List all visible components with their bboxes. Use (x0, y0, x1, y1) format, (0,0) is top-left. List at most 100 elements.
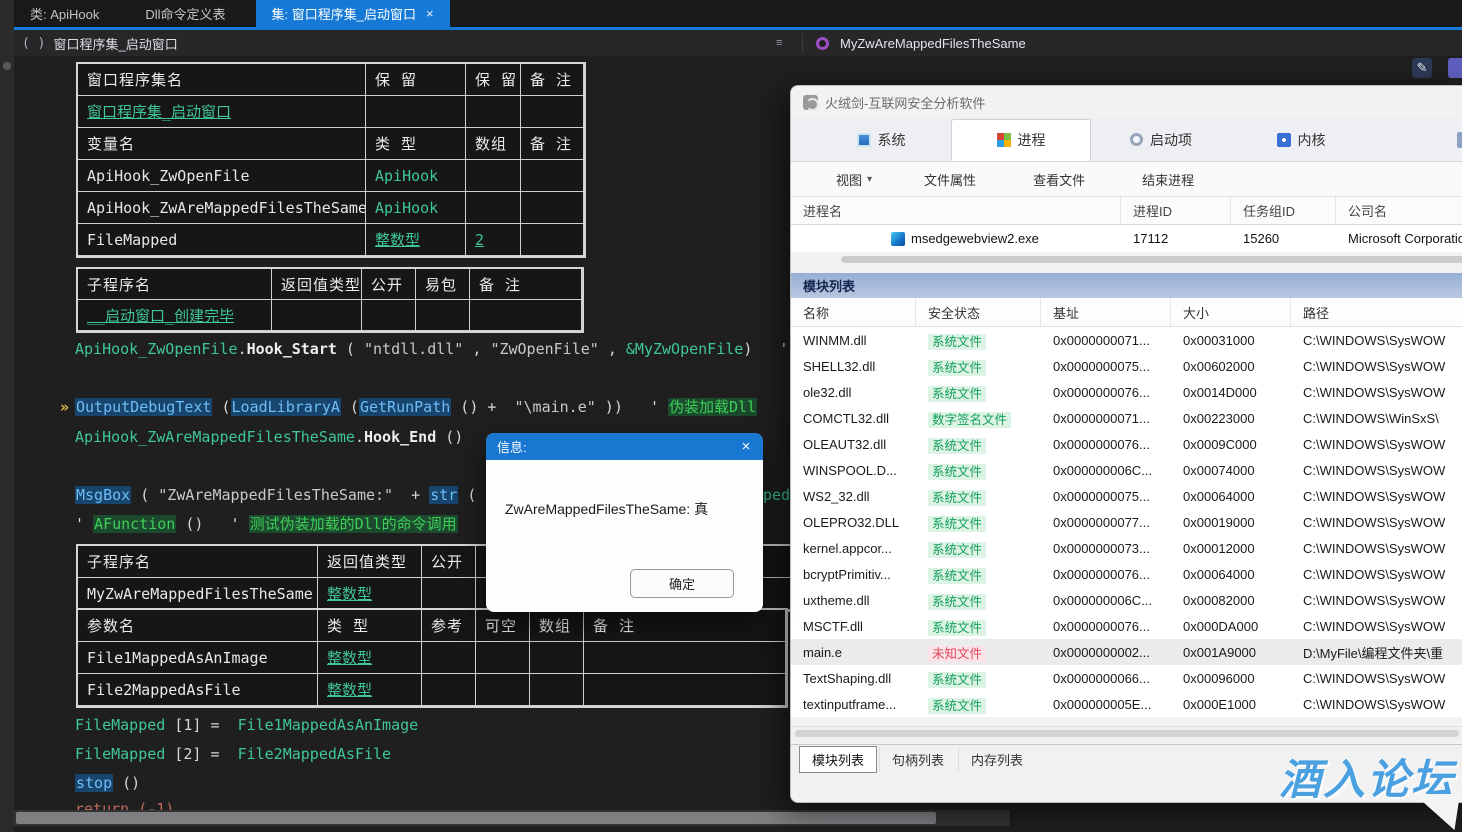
module-size: 0x0014D000 (1171, 385, 1291, 400)
module-row[interactable]: main.e 未知文件 0x0000000002... 0x001A9000 D… (791, 639, 1462, 665)
module-status-cell: 系统文件 (916, 617, 1041, 636)
code-line[interactable]: FileMapped [1] = File1MappedAsAnImage (75, 716, 418, 734)
msedgewebview2-icon (891, 232, 905, 246)
col-process-id[interactable]: 进程ID (1121, 197, 1231, 224)
module-hscrollbar[interactable] (791, 726, 1462, 740)
status-badge: 系统文件 (928, 464, 986, 480)
main-tab[interactable]: 系统 (811, 118, 951, 161)
module-size: 0x001A9000 (1171, 645, 1291, 660)
module-base: 0x0000000071... (1041, 411, 1171, 426)
ok-button[interactable]: 确定 (630, 569, 734, 598)
module-row[interactable]: WS2_32.dll 系统文件 0x0000000075... 0x000640… (791, 483, 1462, 509)
editor-hscrollbar[interactable] (14, 810, 1010, 826)
status-badge: 数字签名文件 (928, 412, 1011, 428)
tab-dll-commands[interactable]: Dll命令定义表 (129, 0, 241, 27)
toolbar-label: 文件属性 (924, 170, 976, 189)
col-path[interactable]: 路径 (1291, 298, 1462, 326)
bottom-tab[interactable]: 句柄列表 (879, 747, 956, 772)
chevron-down-icon: ▾ (867, 174, 872, 185)
toolbar-button[interactable]: 查看文件 (1033, 170, 1090, 189)
col-base-address[interactable]: 基址 (1041, 298, 1171, 326)
module-name: SHELL32.dll (791, 359, 916, 374)
section-title: 模块列表 (803, 276, 855, 295)
hrsword-window: 火绒剑-互联网安全分析软件 系统 进程 启动项 (790, 85, 1462, 803)
code-line[interactable]: » (60, 398, 69, 416)
code-line[interactable]: MsgBox ( "ZwAreMappedFilesTheSame:" + st… (75, 486, 476, 504)
toolbar-button[interactable]: 文件属性 (924, 170, 981, 189)
main-tab[interactable]: 启动项 (1091, 118, 1231, 161)
edit-pencil-icon[interactable]: ✎ (1412, 58, 1432, 78)
toolbar-button[interactable]: 视图 ▾ (836, 170, 872, 189)
bottom-tab[interactable]: 模块列表 (799, 746, 877, 773)
close-icon[interactable]: × (729, 433, 763, 460)
module-row[interactable]: OLEPRO32.DLL 系统文件 0x0000000077... 0x0001… (791, 509, 1462, 535)
scrollbar-thumb[interactable] (795, 730, 1459, 737)
module-row[interactable]: TextShaping.dll 系统文件 0x0000000066... 0x0… (791, 665, 1462, 691)
code-line[interactable]: OutputDebugText (LoadLibraryA (GetRunPat… (75, 398, 757, 416)
code-line[interactable]: stop () (75, 774, 140, 792)
module-base: 0x000000006C... (1041, 593, 1171, 608)
module-row[interactable]: WINSPOOL.D... 系统文件 0x000000006C... 0x000… (791, 457, 1462, 483)
col-security-status[interactable]: 安全状态 (916, 298, 1041, 326)
module-row[interactable]: kernel.appcor... 系统文件 0x0000000073... 0x… (791, 535, 1462, 561)
close-icon[interactable]: × (426, 6, 434, 21)
module-name: WINMM.dll (791, 333, 916, 348)
toolbar-button[interactable]: 结束进程 (1142, 170, 1199, 189)
module-status-cell: 系统文件 (916, 513, 1041, 532)
dialog-titlebar[interactable]: 信息: (486, 433, 763, 460)
col-size[interactable]: 大小 (1171, 298, 1291, 326)
ide-side-strip (0, 0, 14, 832)
tab-label: 进程 (1018, 130, 1046, 150)
tab-label: 内核 (1298, 130, 1326, 150)
module-size: 0x00064000 (1171, 567, 1291, 582)
module-status-cell: 数字签名文件 (916, 409, 1041, 428)
module-size: 0x00096000 (1171, 671, 1291, 686)
module-status-cell: 系统文件 (916, 591, 1041, 610)
module-row[interactable]: OLEAUT32.dll 系统文件 0x0000000076... 0x0009… (791, 431, 1462, 457)
module-row[interactable]: SHELL32.dll 系统文件 0x0000000075... 0x00602… (791, 353, 1462, 379)
module-size: 0x00602000 (1171, 359, 1291, 374)
module-row[interactable]: ole32.dll 系统文件 0x0000000076... 0x0014D00… (791, 379, 1462, 405)
bottom-tab[interactable]: 内存列表 (958, 747, 1035, 772)
module-name: main.e (791, 645, 916, 660)
tab-label: Dll命令定义表 (145, 4, 225, 23)
module-row[interactable]: uxtheme.dll 系统文件 0x000000006C... 0x00082… (791, 587, 1462, 613)
breadcrumb-label[interactable]: 窗口程序集_启动窗口 (53, 34, 177, 53)
module-row[interactable]: COMCTL32.dll 数字签名文件 0x0000000071... 0x00… (791, 405, 1462, 431)
module-name: MSCTF.dll (791, 619, 916, 634)
splitter-grip-icon[interactable]: ≡ (776, 37, 782, 49)
code-line[interactable]: ' AFunction () ' 测试伪装加载的Dll的命令调用 (75, 515, 458, 533)
code-line[interactable]: ApiHook_ZwAreMappedFilesTheSame.Hook_End… (75, 428, 463, 446)
module-row[interactable]: textinputframe... 系统文件 0x000000005E... 0… (791, 691, 1462, 717)
scrollbar-thumb[interactable] (16, 812, 936, 824)
main-tab[interactable]: 进程 (951, 119, 1091, 161)
module-row[interactable]: WINMM.dll 系统文件 0x0000000071... 0x0003100… (791, 327, 1462, 353)
code-line[interactable]: ApiHook_ZwOpenFile.Hook_Start ( "ntdll.d… (75, 340, 815, 358)
module-size: 0x00012000 (1171, 541, 1291, 556)
status-badge: 系统文件 (928, 672, 986, 688)
process-id: 17112 (1121, 231, 1231, 246)
col-task-group-id[interactable]: 任务组ID (1231, 197, 1336, 224)
module-row[interactable]: bcryptPrimitiv... 系统文件 0x0000000076... 0… (791, 561, 1462, 587)
col-process-name[interactable]: 进程名 (791, 197, 1121, 224)
module-row[interactable]: MSCTF.dll 系统文件 0x0000000076... 0x000DA00… (791, 613, 1462, 639)
symbol-name[interactable]: MyZwAreMappedFilesTheSame (840, 36, 1026, 51)
process-row[interactable]: msedgewebview2.exe 17112 15260 Microsoft… (791, 225, 1462, 252)
clipped-toolbar-icon[interactable] (1448, 58, 1462, 78)
module-base: 0x000000006C... (1041, 463, 1171, 478)
module-status-cell: 系统文件 (916, 357, 1041, 376)
col-company[interactable]: 公司名 (1336, 197, 1462, 224)
code-line[interactable]: ped (763, 486, 790, 504)
window-titlebar[interactable]: 火绒剑-互联网安全分析软件 (791, 86, 1462, 118)
divider (802, 33, 803, 53)
scrollbar-thumb[interactable] (841, 256, 1462, 263)
tab-window-assembly[interactable]: 集: 窗口程序集_启动窗口 × (256, 0, 450, 27)
process-hscrollbar[interactable] (791, 252, 1462, 267)
tab-icon (1130, 133, 1143, 146)
tab-apihook[interactable]: 类: ApiHook (14, 0, 115, 27)
main-tab[interactable]: 内核 (1231, 118, 1371, 161)
col-name[interactable]: 名称 (791, 298, 916, 326)
code-line[interactable]: FileMapped [2] = File2MappedAsFile (75, 745, 391, 763)
status-badge: 系统文件 (928, 620, 986, 636)
tab-icon (997, 133, 1011, 147)
